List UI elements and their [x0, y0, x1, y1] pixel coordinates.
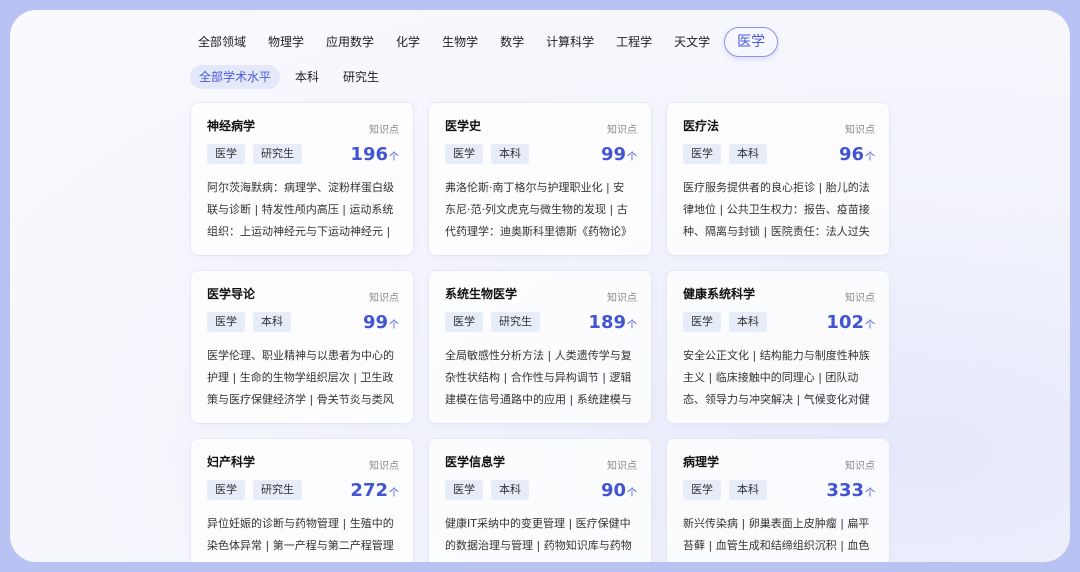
course-tag: 研究生: [491, 312, 540, 332]
course-tag: 本科: [491, 480, 529, 500]
course-tag: 医学: [207, 312, 245, 332]
count-value: 272: [350, 480, 388, 501]
tab-field-4[interactable]: 生物学: [434, 27, 486, 57]
tab-field-1[interactable]: 物理学: [260, 27, 312, 57]
count-unit: 个: [865, 488, 875, 499]
knowledge-point-count: 90个: [601, 480, 637, 501]
course-tag: 医学: [207, 144, 245, 164]
tab-level-1[interactable]: 本科: [286, 65, 328, 89]
count-value: 189: [588, 312, 626, 333]
knowledge-points-label: 知识点: [369, 293, 399, 304]
field-tabs: 全部领域 物理学 应用数学 化学 生物学 数学 计算科学 工程学 天文学 医学: [190, 26, 784, 58]
course-tag: 本科: [729, 144, 767, 164]
count-value: 333: [826, 480, 864, 501]
knowledge-points-label: 知识点: [845, 125, 875, 136]
knowledge-points-label: 知识点: [369, 125, 399, 136]
count-unit: 个: [865, 152, 875, 163]
course-description: 健康IT采纳中的变更管理 | 医疗保健中的数据治理与管理 | 药物知识库与药物: [445, 517, 632, 552]
course-card[interactable]: 医学导论 知识点 医学 本科 99个 医学伦理、职业精神与以患者为中心的护理 | 生命的生…: [190, 270, 414, 424]
course-card[interactable]: 医疗法 知识点 医学 本科 96个 医疗服务提供者的良心拒诊 | 胎儿的法律地位 | 公共…: [666, 102, 890, 256]
course-tag: 本科: [729, 312, 767, 332]
tab-level-0[interactable]: 全部学术水平: [190, 65, 281, 89]
tab-field-9[interactable]: 医学: [724, 27, 779, 57]
course-description: 医学伦理、职业精神与以患者为中心的护理 | 生命的生物学组织层次 | 卫生政策与…: [207, 349, 394, 406]
course-description: 全局敏感性分析方法 | 人类遗传学与复杂性状结构 | 合作性与异构调节 | 逻辑…: [445, 349, 632, 406]
course-tag: 医学: [207, 480, 245, 500]
count-value: 102: [826, 312, 864, 333]
course-tag: 医学: [683, 144, 721, 164]
course-grid: 神经病学 知识点 医学 研究生 196个 阿尔茨海默病：病理学、淀粉样蛋白级联与诊断 | …: [190, 102, 892, 562]
count-unit: 个: [627, 488, 637, 499]
course-description: 阿尔茨海默病：病理学、淀粉样蛋白级联与诊断 | 特发性颅内高压 | 运动系统组织…: [207, 181, 394, 238]
count-value: 96: [838, 144, 864, 165]
course-card[interactable]: 妇产科学 知识点 医学 研究生 272个 异位妊娠的诊断与药物管理 | 生殖中的染色体异常…: [190, 438, 414, 562]
count-value: 99: [600, 144, 626, 165]
course-card[interactable]: 病理学 知识点 医学 本科 333个 新兴传染病 | 卵巢表面上皮肿瘤 | 扁平苔藓 | …: [666, 438, 890, 562]
course-card[interactable]: 医学史 知识点 医学 本科 99个 弗洛伦斯·南丁格尔与护理职业化 | 安东尼·范·列文虎…: [428, 102, 652, 256]
knowledge-points-label: 知识点: [607, 293, 637, 304]
count-value: 90: [600, 480, 626, 501]
course-tag: 医学: [683, 312, 721, 332]
knowledge-point-count: 189个: [588, 312, 637, 333]
count-value: 99: [362, 312, 388, 333]
knowledge-point-count: 272个: [350, 480, 399, 501]
count-unit: 个: [389, 320, 399, 331]
course-tag: 本科: [253, 312, 291, 332]
course-card[interactable]: 健康系统科学 知识点 医学 本科 102个 安全公正文化 | 结构能力与制度性种族主义 |…: [666, 270, 890, 424]
course-tag: 研究生: [253, 144, 302, 164]
count-unit: 个: [865, 320, 875, 331]
count-unit: 个: [389, 152, 399, 163]
knowledge-points-label: 知识点: [845, 293, 875, 304]
course-tag: 医学: [445, 312, 483, 332]
knowledge-points-label: 知识点: [369, 461, 399, 472]
tab-field-8[interactable]: 天文学: [666, 27, 718, 57]
course-card[interactable]: 系统生物医学 知识点 医学 研究生 189个 全局敏感性分析方法 | 人类遗传学与复杂性状…: [428, 270, 652, 424]
tab-field-2[interactable]: 应用数学: [318, 27, 382, 57]
knowledge-point-count: 99个: [363, 312, 399, 333]
knowledge-point-count: 333个: [826, 480, 875, 501]
course-tag: 研究生: [253, 480, 302, 500]
knowledge-point-count: 96个: [839, 144, 875, 165]
knowledge-point-count: 102个: [826, 312, 875, 333]
tab-level-2[interactable]: 研究生: [334, 65, 388, 89]
course-tag: 医学: [683, 480, 721, 500]
course-card[interactable]: 神经病学 知识点 医学 研究生 196个 阿尔茨海默病：病理学、淀粉样蛋白级联与诊断 | …: [190, 102, 414, 256]
count-unit: 个: [627, 320, 637, 331]
tab-field-5[interactable]: 数学: [492, 27, 532, 57]
tab-field-6[interactable]: 计算科学: [538, 27, 602, 57]
course-tag: 医学: [445, 480, 483, 500]
course-tag: 医学: [445, 144, 483, 164]
course-description: 医疗服务提供者的良心拒诊 | 胎儿的法律地位 | 公共卫生权力：报告、疫苗接种、…: [683, 181, 870, 238]
count-unit: 个: [389, 488, 399, 499]
course-description: 新兴传染病 | 卵巢表面上皮肿瘤 | 扁平苔藓 | 血管生成和结缔组织沉积 | …: [683, 517, 870, 552]
knowledge-point-count: 99个: [601, 144, 637, 165]
tab-field-0[interactable]: 全部领域: [190, 27, 254, 57]
knowledge-point-count: 196个: [350, 144, 399, 165]
count-value: 196: [350, 144, 388, 165]
app-frame: 全部领域 物理学 应用数学 化学 生物学 数学 计算科学 工程学 天文学 医学 全部学术水平 本科研…: [10, 10, 1070, 562]
course-tag: 本科: [491, 144, 529, 164]
course-tag: 本科: [729, 480, 767, 500]
course-description: 安全公正文化 | 结构能力与制度性种族主义 | 临床接触中的同理心 | 团队动态…: [683, 349, 870, 406]
course-card[interactable]: 医学信息学 知识点 医学 本科 90个 健康IT采纳中的变更管理 | 医疗保健中的数据治理…: [428, 438, 652, 562]
tab-field-7[interactable]: 工程学: [608, 27, 660, 57]
course-description: 异位妊娠的诊断与药物管理 | 生殖中的染色体异常 | 第一产程与第二产程管理 |: [207, 517, 394, 562]
count-unit: 个: [627, 152, 637, 163]
knowledge-points-label: 知识点: [607, 125, 637, 136]
course-description: 弗洛伦斯·南丁格尔与护理职业化 | 安东尼·范·列文虎克与微生物的发现 | 古代…: [445, 181, 632, 238]
tab-field-3[interactable]: 化学: [388, 27, 428, 57]
knowledge-points-label: 知识点: [607, 461, 637, 472]
level-tabs: 全部学术水平 本科 研究生: [190, 64, 394, 90]
knowledge-points-label: 知识点: [845, 461, 875, 472]
